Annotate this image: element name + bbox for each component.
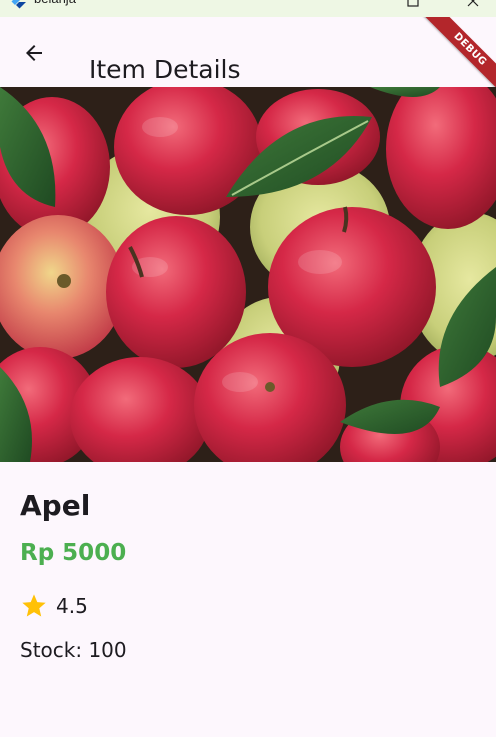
flutter-logo-icon	[11, 0, 26, 9]
page-title: Item Details	[89, 54, 241, 84]
item-image	[0, 87, 496, 462]
rating-value: 4.5	[56, 594, 88, 618]
arrow-left-icon	[26, 45, 42, 61]
back-button[interactable]	[14, 33, 54, 73]
maximize-icon[interactable]	[406, 0, 420, 8]
app-bar: Item Details	[0, 17, 496, 87]
star-icon	[22, 594, 46, 617]
close-icon[interactable]	[466, 0, 480, 8]
window-title: belanja	[34, 0, 76, 6]
rating-row: 4.5	[20, 590, 88, 622]
window-titlebar: belanja	[0, 0, 496, 17]
item-price: Rp 5000	[20, 540, 127, 566]
item-name: Apel	[20, 489, 91, 522]
stock-label: Stock: 100	[20, 638, 127, 662]
